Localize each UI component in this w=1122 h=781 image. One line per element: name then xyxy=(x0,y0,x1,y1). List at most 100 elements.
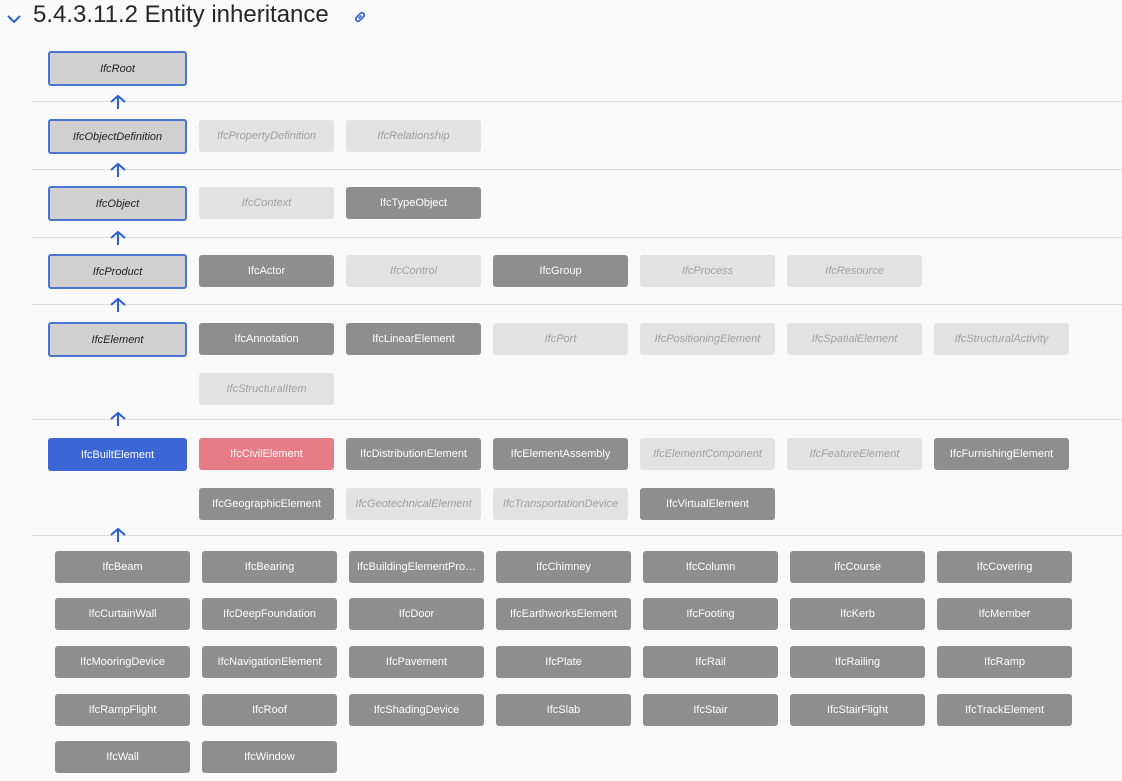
subtype-ifc-column[interactable]: IfcColumn xyxy=(643,551,778,583)
subtype-ifc-member[interactable]: IfcMember xyxy=(937,598,1072,630)
sibling-ifc-element-assembly[interactable]: IfcElementAssembly xyxy=(493,438,628,470)
sibling-ifc-feature-element-label: IfcFeatureElement xyxy=(809,448,900,460)
sibling-ifc-property-definition-label: IfcPropertyDefinition xyxy=(216,130,317,142)
sibling-ifc-positioning-element[interactable]: IfcPositioningElement xyxy=(640,323,775,355)
ancestor-ifc-product[interactable]: IfcProduct xyxy=(48,254,187,289)
subtype-ifc-track-element[interactable]: IfcTrackElement xyxy=(937,694,1072,726)
sibling-ifc-structural-item[interactable]: IfcStructuralItem xyxy=(199,373,334,405)
subtype-ifc-plate[interactable]: IfcPlate xyxy=(496,646,631,678)
subtype-ifc-course[interactable]: IfcCourse xyxy=(790,551,925,583)
subtype-ifc-beam-label: IfcBeam xyxy=(102,561,143,573)
subtype-ifc-pavement[interactable]: IfcPavement xyxy=(349,646,484,678)
sibling-ifc-geotechnical-element[interactable]: IfcGeotechnicalElement xyxy=(346,488,481,520)
sibling-ifc-group[interactable]: IfcGroup xyxy=(493,255,628,287)
ancestor-ifc-object-definition[interactable]: IfcObjectDefinition xyxy=(48,119,187,154)
sibling-ifc-civil-element[interactable]: IfcCivilElement xyxy=(199,438,334,470)
subtype-ifc-earthworks-element[interactable]: IfcEarthworksElement xyxy=(496,598,631,630)
subtype-ifc-kerb[interactable]: IfcKerb xyxy=(790,598,925,630)
subtype-ifc-wall[interactable]: IfcWall xyxy=(55,741,190,773)
sibling-ifc-port-label: IfcPort xyxy=(544,333,577,345)
subtype-ifc-shading-device[interactable]: IfcShadingDevice xyxy=(349,694,484,726)
sibling-ifc-transportation-device-label: IfcTransportationDevice xyxy=(502,498,619,510)
sibling-ifc-relationship-label: IfcRelationship xyxy=(377,130,450,142)
sibling-ifc-element-component-label: IfcElementComponent xyxy=(653,448,762,460)
ancestor-ifc-element[interactable]: IfcElement xyxy=(48,322,187,357)
sibling-ifc-port[interactable]: IfcPort xyxy=(493,323,628,355)
sibling-ifc-furnishing-element-label: IfcFurnishingElement xyxy=(949,448,1054,460)
sibling-ifc-type-object[interactable]: IfcTypeObject xyxy=(346,187,481,219)
subtype-ifc-door[interactable]: IfcDoor xyxy=(349,598,484,630)
subtype-ifc-chimney[interactable]: IfcChimney xyxy=(496,551,631,583)
subtype-ifc-slab-label: IfcSlab xyxy=(546,704,581,716)
sibling-ifc-control[interactable]: IfcControl xyxy=(346,255,481,287)
subtype-ifc-slab[interactable]: IfcSlab xyxy=(496,694,631,726)
sibling-ifc-feature-element[interactable]: IfcFeatureElement xyxy=(787,438,922,470)
subtype-ifc-ramp[interactable]: IfcRamp xyxy=(937,646,1072,678)
sibling-ifc-spatial-element[interactable]: IfcSpatialElement xyxy=(787,323,922,355)
subtype-ifc-railing[interactable]: IfcRailing xyxy=(790,646,925,678)
sibling-ifc-relationship[interactable]: IfcRelationship xyxy=(346,120,481,152)
subtype-ifc-bearing[interactable]: IfcBearing xyxy=(202,551,337,583)
ancestor-ifc-object-definition-label: IfcObjectDefinition xyxy=(72,130,163,143)
subtype-ifc-shading-device-label: IfcShadingDevice xyxy=(373,704,460,716)
subtype-ifc-track-element-label: IfcTrackElement xyxy=(964,704,1045,716)
subtype-ifc-building-element-pro[interactable]: IfcBuildingElementPro… xyxy=(349,551,484,583)
sibling-ifc-furnishing-element[interactable]: IfcFurnishingElement xyxy=(934,438,1069,470)
chevron-down-icon[interactable] xyxy=(6,11,22,27)
subtype-ifc-mooring-device[interactable]: IfcMooringDevice xyxy=(55,646,190,678)
subtype-ifc-ramp-flight-label: IfcRampFlight xyxy=(88,704,157,716)
sibling-ifc-actor[interactable]: IfcActor xyxy=(199,255,334,287)
subtype-ifc-stair-flight[interactable]: IfcStairFlight xyxy=(790,694,925,726)
subtype-ifc-covering-label: IfcCovering xyxy=(976,561,1033,573)
subtype-ifc-footing[interactable]: IfcFooting xyxy=(643,598,778,630)
subtype-ifc-navigation-element[interactable]: IfcNavigationElement xyxy=(202,646,337,678)
subtype-ifc-pavement-label: IfcPavement xyxy=(385,656,448,668)
sibling-ifc-resource-label: IfcResource xyxy=(825,265,884,277)
subtype-ifc-rail[interactable]: IfcRail xyxy=(643,646,778,678)
subtype-ifc-covering[interactable]: IfcCovering xyxy=(937,551,1072,583)
inherits-arrow-icon xyxy=(110,94,126,109)
sibling-ifc-process[interactable]: IfcProcess xyxy=(640,255,775,287)
sibling-ifc-virtual-element[interactable]: IfcVirtualElement xyxy=(640,488,775,520)
subtype-ifc-beam[interactable]: IfcBeam xyxy=(55,551,190,583)
sibling-ifc-structural-activity[interactable]: IfcStructuralActivity xyxy=(934,323,1069,355)
sibling-ifc-structural-activity-label: IfcStructuralActivity xyxy=(954,333,1049,345)
subtype-ifc-plate-label: IfcPlate xyxy=(545,656,582,668)
ancestor-ifc-product-label: IfcProduct xyxy=(92,265,143,278)
current-entity-ifc-built-element[interactable]: IfcBuiltElement xyxy=(48,438,187,471)
subtype-ifc-kerb-label: IfcKerb xyxy=(840,608,875,620)
subtype-ifc-curtain-wall[interactable]: IfcCurtainWall xyxy=(55,598,190,630)
inherits-arrow-icon xyxy=(110,527,126,542)
sibling-ifc-annotation[interactable]: IfcAnnotation xyxy=(199,323,334,355)
inherits-arrow-icon xyxy=(110,297,126,312)
ancestor-ifc-root[interactable]: IfcRoot xyxy=(48,51,187,86)
level-divider xyxy=(32,419,1122,420)
subtype-ifc-bearing-label: IfcBearing xyxy=(244,561,295,573)
subtype-ifc-course-label: IfcCourse xyxy=(833,561,882,573)
subtype-ifc-ramp-flight[interactable]: IfcRampFlight xyxy=(55,694,190,726)
subtype-ifc-window[interactable]: IfcWindow xyxy=(202,741,337,773)
sibling-ifc-actor-label: IfcActor xyxy=(247,265,286,277)
subtype-ifc-deep-foundation-label: IfcDeepFoundation xyxy=(223,608,316,620)
subtype-ifc-door-label: IfcDoor xyxy=(398,608,435,620)
level-divider xyxy=(32,101,1122,102)
sibling-ifc-linear-element[interactable]: IfcLinearElement xyxy=(346,323,481,355)
sibling-ifc-geographic-element[interactable]: IfcGeographicElement xyxy=(199,488,334,520)
link-icon[interactable] xyxy=(352,9,368,25)
section-title: 5.4.3.11.2 Entity inheritance xyxy=(33,1,329,28)
subtype-ifc-stair-flight-label: IfcStairFlight xyxy=(826,704,889,716)
subtype-ifc-footing-label: IfcFooting xyxy=(686,608,735,620)
sibling-ifc-linear-element-label: IfcLinearElement xyxy=(372,333,455,345)
sibling-ifc-distribution-element[interactable]: IfcDistributionElement xyxy=(346,438,481,470)
sibling-ifc-property-definition[interactable]: IfcPropertyDefinition xyxy=(199,120,334,152)
subtype-ifc-deep-foundation[interactable]: IfcDeepFoundation xyxy=(202,598,337,630)
ancestor-ifc-object[interactable]: IfcObject xyxy=(48,186,187,221)
ancestor-ifc-object-label: IfcObject xyxy=(95,197,140,210)
sibling-ifc-resource[interactable]: IfcResource xyxy=(787,255,922,287)
sibling-ifc-transportation-device[interactable]: IfcTransportationDevice xyxy=(493,488,628,520)
subtype-ifc-stair[interactable]: IfcStair xyxy=(643,694,778,726)
sibling-ifc-element-component[interactable]: IfcElementComponent xyxy=(640,438,775,470)
sibling-ifc-context[interactable]: IfcContext xyxy=(199,187,334,219)
subtype-ifc-roof[interactable]: IfcRoof xyxy=(202,694,337,726)
sibling-ifc-spatial-element-label: IfcSpatialElement xyxy=(811,333,898,345)
